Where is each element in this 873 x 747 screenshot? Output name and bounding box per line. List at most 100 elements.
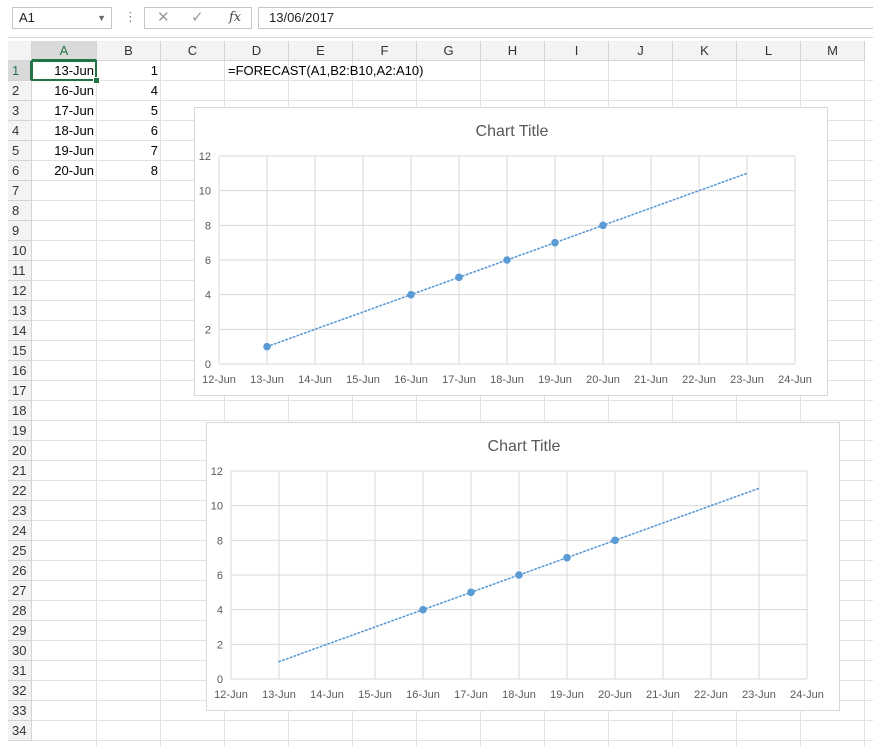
y-tick-label: 10: [199, 186, 211, 198]
row-header-34[interactable]: 34: [8, 721, 32, 741]
row-header-23[interactable]: 23: [8, 501, 32, 521]
gridline-vertical: [864, 61, 865, 747]
cell-b4[interactable]: 6: [97, 121, 161, 141]
row-header-7[interactable]: 7: [8, 181, 32, 201]
column-header-g[interactable]: G: [417, 41, 481, 61]
y-tick-label: 4: [217, 605, 223, 617]
cell-b6[interactable]: 8: [97, 161, 161, 181]
row-header-21[interactable]: 21: [8, 461, 32, 481]
cell-a5[interactable]: 19-Jun: [32, 141, 97, 161]
row-header-22[interactable]: 22: [8, 481, 32, 501]
data-point: [467, 588, 475, 597]
row-header-15[interactable]: 15: [8, 341, 32, 361]
x-tick-label: 14-Jun: [310, 689, 344, 701]
chart-1[interactable]: Chart Title 0 2 4 6 8 10 12 12-Jun 13-Jun 14-Jun 15…: [194, 107, 828, 396]
data-point: [599, 221, 607, 230]
y-tick-label: 8: [205, 220, 211, 232]
x-tick-label: 17-Jun: [442, 374, 476, 386]
x-tick-label: 21-Jun: [634, 374, 668, 386]
cell-b2[interactable]: 4: [97, 81, 161, 101]
active-cell-border[interactable]: [31, 60, 97, 81]
select-all-corner[interactable]: [8, 41, 32, 61]
row-header-6[interactable]: 6: [8, 161, 32, 181]
more-options-icon[interactable]: ⋮: [124, 9, 137, 25]
row-header-4[interactable]: 4: [8, 121, 32, 141]
column-header-l[interactable]: L: [737, 41, 801, 61]
chevron-down-icon[interactable]: ▼: [97, 8, 106, 28]
column-header-f[interactable]: F: [353, 41, 417, 61]
row-header-16[interactable]: 16: [8, 361, 32, 381]
background-window-edge: [0, 0, 8, 747]
cell-b1[interactable]: 1: [97, 61, 161, 81]
row-header-5[interactable]: 5: [8, 141, 32, 161]
gridline-horizontal: [32, 740, 873, 741]
cell-a2[interactable]: 16-Jun: [32, 81, 97, 101]
cross-icon[interactable]: ✕: [157, 8, 170, 28]
chart-title: Chart Title: [476, 123, 549, 140]
row-header-32[interactable]: 32: [8, 681, 32, 701]
column-header-e[interactable]: E: [289, 41, 353, 61]
data-point: [611, 536, 619, 545]
column-header-b[interactable]: B: [97, 41, 161, 61]
column-header-d[interactable]: D: [225, 41, 289, 61]
x-tick-label: 20-Jun: [598, 689, 632, 701]
row-header-8[interactable]: 8: [8, 201, 32, 221]
y-tick-label: 4: [205, 290, 211, 302]
column-header-j[interactable]: J: [609, 41, 673, 61]
cell-a6[interactable]: 20-Jun: [32, 161, 97, 181]
row-header-26[interactable]: 26: [8, 561, 32, 581]
row-header-19[interactable]: 19: [8, 421, 32, 441]
row-header-28[interactable]: 28: [8, 601, 32, 621]
cell-d1[interactable]: =FORECAST(A1,B2:B10,A2:A10): [225, 61, 423, 81]
cell-a4[interactable]: 18-Jun: [32, 121, 97, 141]
row-header-9[interactable]: 9: [8, 221, 32, 241]
check-icon[interactable]: ✓: [191, 8, 204, 28]
cell-b5[interactable]: 7: [97, 141, 161, 161]
column-header-h[interactable]: H: [481, 41, 545, 61]
cell-b3[interactable]: 5: [97, 101, 161, 121]
name-box-value: A1: [19, 10, 35, 25]
cell-a3[interactable]: 17-Jun: [32, 101, 97, 121]
row-header-20[interactable]: 20: [8, 441, 32, 461]
row-header-30[interactable]: 30: [8, 641, 32, 661]
formula-input[interactable]: 13/06/2017: [258, 7, 873, 29]
row-header-24[interactable]: 24: [8, 521, 32, 541]
row-header-13[interactable]: 13: [8, 301, 32, 321]
column-header-c[interactable]: C: [161, 41, 225, 61]
row-header-25[interactable]: 25: [8, 541, 32, 561]
column-header-m[interactable]: M: [801, 41, 865, 61]
name-box[interactable]: A1 ▼: [12, 7, 112, 29]
data-point: [503, 256, 511, 264]
row-header-27[interactable]: 27: [8, 581, 32, 601]
fx-icon[interactable]: fx: [229, 8, 241, 28]
row-header-10[interactable]: 10: [8, 241, 32, 261]
x-tick-label: 20-Jun: [586, 374, 620, 386]
row-header-18[interactable]: 18: [8, 401, 32, 421]
x-tick-label: 23-Jun: [742, 689, 776, 701]
formula-buttons: ✕ ✓ fx: [144, 7, 252, 29]
row-header-12[interactable]: 12: [8, 281, 32, 301]
row-header-31[interactable]: 31: [8, 661, 32, 681]
row-header-11[interactable]: 11: [8, 261, 32, 281]
x-tick-label: 14-Jun: [298, 374, 332, 386]
x-tick-label: 15-Jun: [346, 374, 380, 386]
column-header-a[interactable]: A: [32, 41, 97, 61]
chart-1-svg: Chart Title 0 2 4 6 8 10 12 12-Jun 13-Jun 14-Jun 15…: [199, 123, 812, 386]
column-header-i[interactable]: I: [545, 41, 609, 61]
row-header-33[interactable]: 33: [8, 701, 32, 721]
row-header-14[interactable]: 14: [8, 321, 32, 341]
formula-bar: A1 ▼ ⋮ ✕ ✓ fx 13/06/2017: [0, 0, 873, 38]
row-header-1[interactable]: 1: [8, 61, 32, 81]
row-header-2[interactable]: 2: [8, 81, 32, 101]
row-header-17[interactable]: 17: [8, 381, 32, 401]
chart-2-svg: Chart Title 0 2 4 6 8 10 12 12-Jun 13-Jun 14-Jun 15…: [211, 438, 824, 701]
gridline-horizontal: [32, 400, 873, 401]
gridline-horizontal: [32, 720, 873, 721]
x-tick-label: 12-Jun: [202, 374, 236, 386]
chart-2[interactable]: Chart Title 0 2 4 6 8 10 12 12-Jun 13-Jun 14-Jun 15…: [206, 422, 840, 711]
x-tick-label: 19-Jun: [538, 374, 572, 386]
row-header-29[interactable]: 29: [8, 621, 32, 641]
fill-handle[interactable]: [93, 77, 100, 84]
row-header-3[interactable]: 3: [8, 101, 32, 121]
column-header-k[interactable]: K: [673, 41, 737, 61]
